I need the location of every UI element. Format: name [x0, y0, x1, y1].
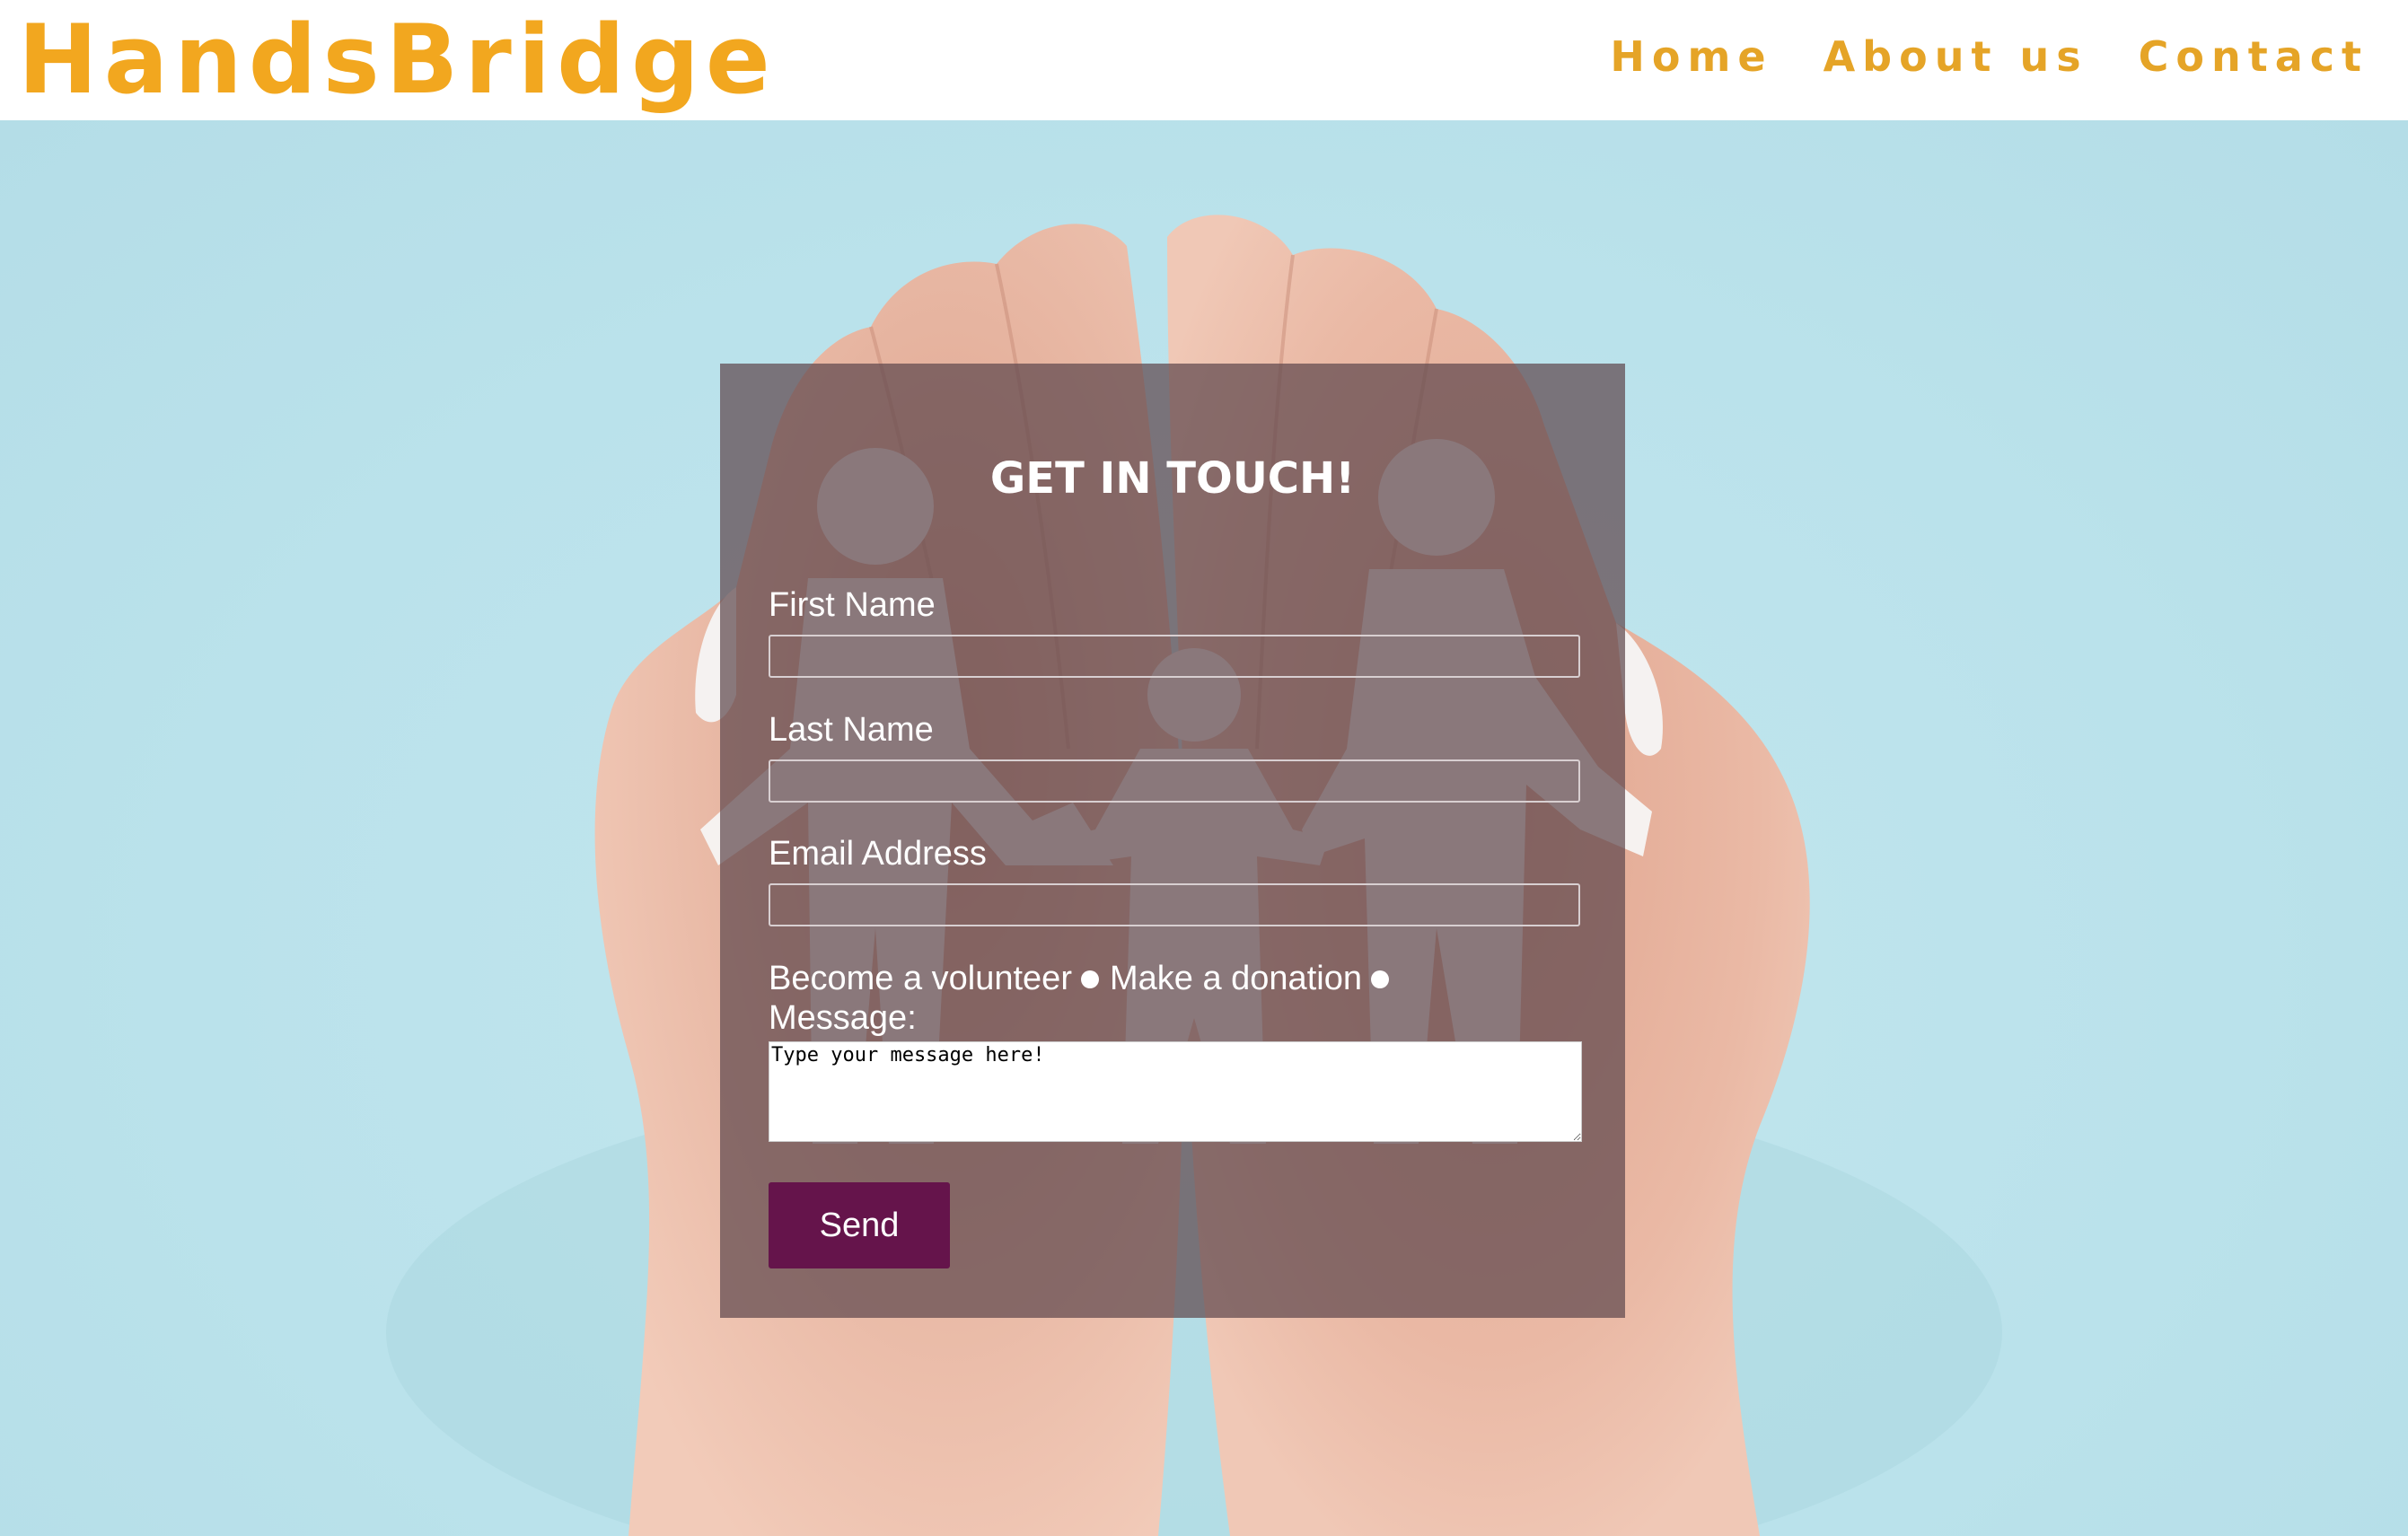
- message-textarea[interactable]: Type your message here!: [769, 1041, 1582, 1142]
- last-name-label: Last Name: [769, 711, 934, 749]
- donation-radio[interactable]: [1370, 970, 1389, 988]
- email-input[interactable]: [769, 883, 1580, 926]
- main-nav: Home About us Contact: [1610, 32, 2368, 81]
- page: HandsBridge Home About us Contact GET IN…: [0, 0, 2408, 1536]
- volunteer-radio[interactable]: [1080, 970, 1099, 988]
- nav-about-link[interactable]: About us: [1824, 32, 2088, 81]
- first-name-input[interactable]: [769, 635, 1580, 678]
- last-name-input[interactable]: [769, 759, 1580, 803]
- message-label: Message:: [769, 999, 917, 1037]
- first-name-label: First Name: [769, 586, 936, 624]
- donation-option-label: Make a donation: [1109, 960, 1362, 997]
- interest-options: Become a volunteer Make a donation: [769, 960, 1400, 998]
- nav-contact-link[interactable]: Contact: [2139, 32, 2368, 81]
- form-title: GET IN TOUCH!: [989, 453, 1356, 504]
- site-header: HandsBridge Home About us Contact: [0, 0, 2408, 120]
- send-button[interactable]: Send: [769, 1182, 950, 1268]
- contact-form-panel: GET IN TOUCH! First Name Last Name Email…: [720, 364, 1625, 1318]
- volunteer-option-label: Become a volunteer: [769, 960, 1072, 997]
- nav-home-link[interactable]: Home: [1610, 32, 1772, 81]
- email-label: Email Address: [769, 835, 987, 873]
- brand-logo[interactable]: HandsBridge: [18, 2, 777, 118]
